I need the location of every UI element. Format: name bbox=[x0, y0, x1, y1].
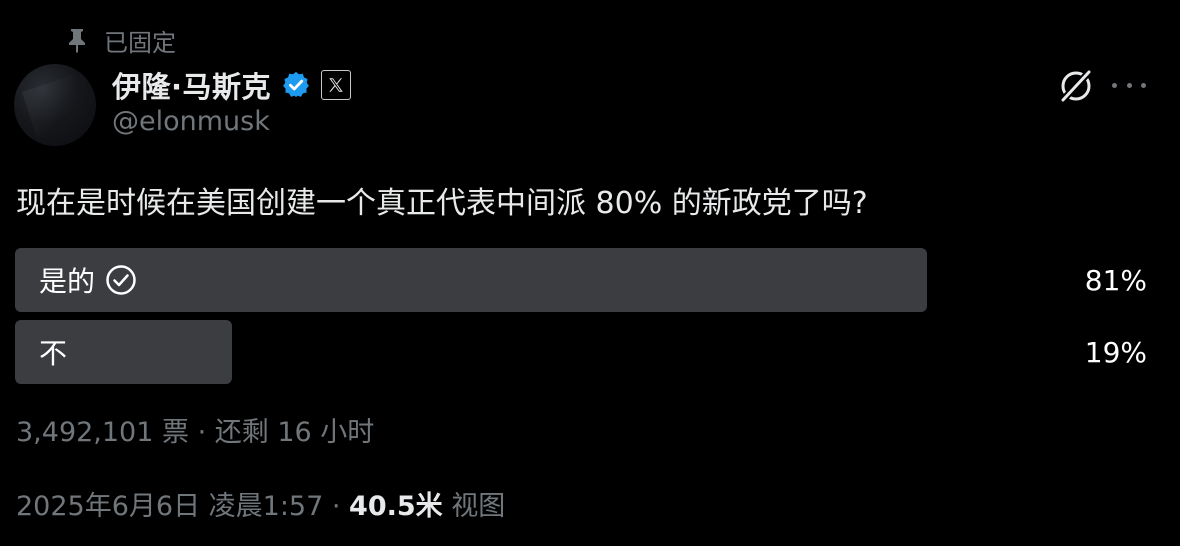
poll-footer: 3,492,101 票 · 还剩 16 小时 bbox=[16, 417, 375, 448]
avatar[interactable] bbox=[14, 64, 96, 146]
poll-option-yes: 是的 81% bbox=[15, 248, 1155, 312]
pin-icon bbox=[66, 27, 88, 53]
verified-badge-icon[interactable] bbox=[281, 70, 311, 100]
tweet-meta: 2025年6月6日 凌晨1:57 · 40.5米 视图 bbox=[16, 484, 505, 523]
tweet-text: 现在是时候在美国创建一个真正代表中间派 80% 的新政党了吗? bbox=[16, 186, 868, 221]
more-icon[interactable] bbox=[1112, 70, 1146, 100]
author-handle[interactable]: @elonmusk bbox=[112, 106, 270, 137]
poll-option-percent: 81% bbox=[1084, 263, 1147, 297]
tweet-timestamp[interactable]: 2025年6月6日 凌晨1:57 bbox=[16, 491, 323, 522]
poll-option-label: 是的 bbox=[39, 265, 96, 298]
poll-option-percent: 19% bbox=[1084, 335, 1147, 369]
author-display-name[interactable]: 伊隆·马斯克 bbox=[112, 64, 271, 106]
poll-option-label-row: 是的 bbox=[39, 248, 137, 312]
views-label: 视图 bbox=[442, 491, 506, 522]
author-name-row: 伊隆·马斯克 bbox=[112, 64, 352, 106]
check-circle-icon bbox=[105, 264, 137, 296]
pinned-label: 已固定 bbox=[104, 28, 176, 57]
pinned-indicator: 已固定 bbox=[66, 24, 176, 57]
poll-option-label: 不 bbox=[39, 337, 68, 370]
poll-option-no: 不 19% bbox=[15, 320, 1155, 384]
meta-separator: · bbox=[323, 491, 350, 522]
grok-icon[interactable] bbox=[1056, 66, 1096, 106]
views-count: 40.5米 bbox=[349, 491, 443, 522]
poll-option-label-row: 不 bbox=[39, 320, 67, 384]
poll-bar bbox=[15, 248, 927, 312]
x-logo-icon[interactable] bbox=[321, 70, 352, 100]
